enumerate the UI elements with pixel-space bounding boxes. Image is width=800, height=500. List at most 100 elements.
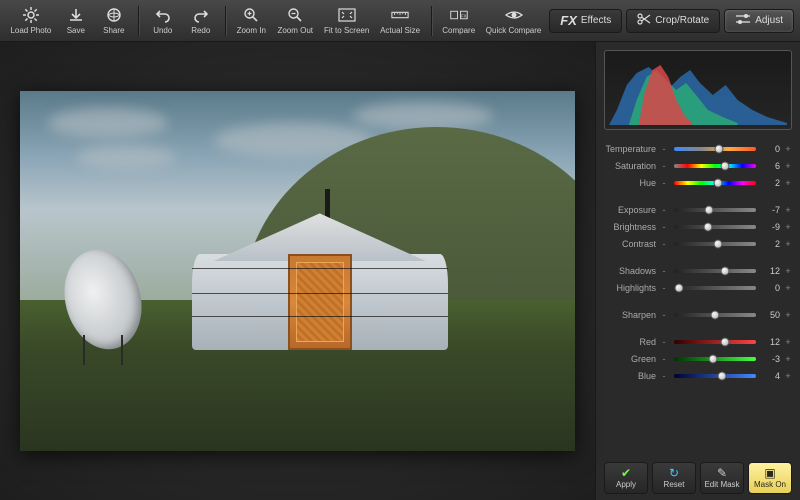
slider-label-sharpen: Sharpen (604, 310, 656, 320)
slider-track-saturation[interactable] (672, 164, 758, 168)
slider-thumb-saturation[interactable] (720, 161, 729, 170)
edit-mask-label: Edit Mask (704, 480, 739, 489)
slider-label-red: Red (604, 337, 656, 347)
decrement-contrast[interactable]: - (660, 239, 668, 249)
decrement-green[interactable]: - (660, 354, 668, 364)
decrement-blue[interactable]: - (660, 371, 668, 381)
increment-saturation[interactable]: + (784, 161, 792, 171)
load-photo-button[interactable]: Load Photo (6, 4, 56, 37)
decrement-saturation[interactable]: - (660, 161, 668, 171)
increment-sharpen[interactable]: + (784, 310, 792, 320)
slider-brightness: Brightness--9+ (604, 218, 792, 235)
quick-compare-button[interactable]: Quick Compare (482, 4, 545, 37)
decrement-exposure[interactable]: - (660, 205, 668, 215)
slider-value-hue: 2 (762, 178, 780, 188)
mode-tabs: FX Effects Crop/Rotate Adjust (549, 9, 794, 33)
decrement-brightness[interactable]: - (660, 222, 668, 232)
increment-blue[interactable]: + (784, 371, 792, 381)
increment-green[interactable]: + (784, 354, 792, 364)
slider-thumb-shadows[interactable] (720, 266, 729, 275)
save-button[interactable]: Save (58, 4, 94, 37)
slider-thumb-highlights[interactable] (674, 283, 683, 292)
slider-thumb-temperature[interactable] (715, 144, 724, 153)
apply-button[interactable]: ✔ Apply (604, 462, 648, 494)
slider-track-shadows[interactable] (672, 269, 758, 273)
decrement-sharpen[interactable]: - (660, 310, 668, 320)
increment-hue[interactable]: + (784, 178, 792, 188)
zoom-out-button[interactable]: Zoom Out (273, 4, 318, 37)
redo-label: Redo (191, 26, 210, 35)
fx-icon: FX (560, 13, 577, 28)
slider-label-exposure: Exposure (604, 205, 656, 215)
slider-thumb-brightness[interactable] (703, 222, 712, 231)
redo-button[interactable]: Redo (183, 4, 219, 37)
slider-thumb-green[interactable] (708, 354, 717, 363)
tab-crop-rotate[interactable]: Crop/Rotate (626, 9, 720, 33)
canvas-area (0, 42, 595, 500)
zoom-out-label: Zoom Out (277, 26, 313, 35)
zoom-in-button[interactable]: Zoom In (232, 4, 271, 37)
zoom-in-label: Zoom In (237, 26, 266, 35)
slider-track-contrast[interactable] (672, 242, 758, 246)
slider-value-exposure: -7 (762, 205, 780, 215)
decrement-hue[interactable]: - (660, 178, 668, 188)
increment-contrast[interactable]: + (784, 239, 792, 249)
actual-size-button[interactable]: Actual Size (376, 4, 425, 37)
increment-highlights[interactable]: + (784, 283, 792, 293)
slider-thumb-red[interactable] (720, 337, 729, 346)
slider-track-temperature[interactable] (672, 147, 758, 151)
fit-to-screen-button[interactable]: Fit to Screen (320, 4, 374, 37)
save-icon (67, 6, 85, 24)
toolbar-separator (225, 6, 226, 36)
tab-effects[interactable]: FX Effects (549, 9, 622, 33)
toolbar-separator (431, 6, 432, 36)
slider-track-blue[interactable] (672, 374, 758, 378)
slider-track-hue[interactable] (672, 181, 758, 185)
slider-value-highlights: 0 (762, 283, 780, 293)
increment-temperature[interactable]: + (784, 144, 792, 154)
slider-track-exposure[interactable] (672, 208, 758, 212)
tab-crop-label: Crop/Rotate (655, 15, 709, 26)
load-photo-label: Load Photo (10, 26, 51, 35)
slider-value-temperature: 0 (762, 144, 780, 154)
slider-thumb-blue[interactable] (717, 371, 726, 380)
tab-adjust[interactable]: Adjust (724, 9, 794, 33)
tab-adjust-label: Adjust (755, 15, 783, 26)
increment-brightness[interactable]: + (784, 222, 792, 232)
decrement-highlights[interactable]: - (660, 283, 668, 293)
increment-exposure[interactable]: + (784, 205, 792, 215)
slider-blue: Blue-4+ (604, 367, 792, 384)
increment-shadows[interactable]: + (784, 266, 792, 276)
slider-label-green: Green (604, 354, 656, 364)
slider-thumb-hue[interactable] (714, 178, 723, 187)
slider-label-temperature: Temperature (604, 144, 656, 154)
slider-track-highlights[interactable] (672, 286, 758, 290)
slider-value-green: -3 (762, 354, 780, 364)
reset-button[interactable]: ↻ Reset (652, 462, 696, 494)
zoom-in-icon (242, 6, 260, 24)
slider-track-brightness[interactable] (672, 225, 758, 229)
mask-icon: ▣ (764, 467, 775, 479)
share-button[interactable]: Share (96, 4, 132, 37)
slider-thumb-sharpen[interactable] (711, 310, 720, 319)
photo-canvas[interactable] (20, 91, 575, 451)
slider-thumb-exposure[interactable] (705, 205, 714, 214)
slider-contrast: Contrast-2+ (604, 235, 792, 252)
decrement-red[interactable]: - (660, 337, 668, 347)
slider-track-red[interactable] (672, 340, 758, 344)
compare-button[interactable]: FX Compare (437, 4, 479, 37)
save-label: Save (67, 26, 85, 35)
edit-mask-button[interactable]: ✎ Edit Mask (700, 462, 744, 494)
slider-hue: Hue-2+ (604, 174, 792, 191)
mask-on-button[interactable]: ▣ Mask On (748, 462, 792, 494)
slider-label-highlights: Highlights (604, 283, 656, 293)
slider-value-brightness: -9 (762, 222, 780, 232)
decrement-shadows[interactable]: - (660, 266, 668, 276)
slider-track-sharpen[interactable] (672, 313, 758, 317)
slider-thumb-contrast[interactable] (714, 239, 723, 248)
undo-button[interactable]: Undo (145, 4, 181, 37)
decrement-temperature[interactable]: - (660, 144, 668, 154)
slider-exposure: Exposure- -7 + (604, 201, 792, 218)
slider-track-green[interactable] (672, 357, 758, 361)
increment-red[interactable]: + (784, 337, 792, 347)
